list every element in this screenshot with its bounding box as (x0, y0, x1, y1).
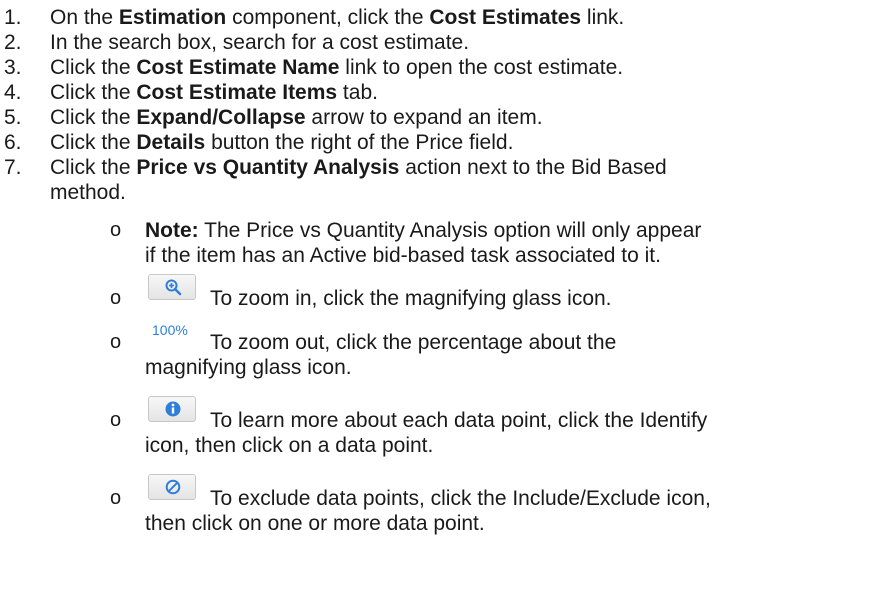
step-number: 3. (4, 56, 22, 79)
step-number: 1. (4, 6, 22, 29)
step-text: tab. (337, 81, 378, 104)
bullet-marker: o (110, 219, 122, 241)
ui-term: Estimation (118, 6, 227, 29)
step-text: On the (50, 6, 119, 29)
note-text: if the item has an Active bid-based task… (145, 244, 661, 267)
identify-button (148, 396, 196, 422)
step-text: method. (50, 181, 126, 204)
no-entry-icon (165, 479, 181, 495)
bullet-marker: o (110, 487, 122, 509)
step-number: 7. (4, 156, 22, 179)
bullet-text: To zoom out, click the percentage about … (210, 331, 617, 354)
step-number: 2. (4, 31, 22, 54)
step-number: 5. (4, 106, 22, 129)
step-text: Click the (50, 56, 137, 79)
bullet-text: magnifying glass icon. (145, 356, 352, 379)
step-text: link to open the cost estimate. (339, 56, 624, 79)
ui-term: Price vs Quantity Analysis (136, 156, 400, 179)
bullet-text: To learn more about each data point, cli… (210, 409, 708, 432)
step-text: action next to the Bid Based (399, 156, 667, 179)
step-text: arrow to expand an item. (305, 106, 543, 129)
step-text: button the right of the Price field. (205, 131, 514, 154)
step-number: 4. (4, 81, 22, 104)
ui-term: Expand/Collapse (136, 106, 306, 129)
info-icon (165, 401, 181, 417)
bullet-marker: o (110, 409, 122, 431)
bullet-marker: o (110, 331, 122, 353)
bullet-text: then click on one or more data point. (145, 512, 485, 535)
bullet-marker: o (110, 287, 122, 309)
bullet-text: To zoom in, click the magnifying glass i… (210, 287, 612, 310)
ui-term: Cost Estimate Items (136, 81, 338, 104)
bullet-text: To exclude data points, click the Includ… (210, 487, 711, 510)
bullet-text: icon, then click on a data point. (145, 434, 434, 457)
step-text: link. (581, 6, 625, 29)
ui-term: Cost Estimates (429, 6, 582, 29)
step-text: In the search box, search for a cost est… (50, 31, 470, 54)
step-text: Click the (50, 81, 137, 104)
zoom-in-button (148, 274, 196, 300)
step-text: Click the (50, 106, 137, 129)
ui-term: Details (136, 131, 206, 154)
include-exclude-button (148, 474, 196, 500)
note-text: The Price vs Quantity Analysis option wi… (198, 219, 702, 242)
ui-term: Cost Estimate Name (136, 56, 340, 79)
note-label: Note: (145, 219, 199, 242)
step-text: Click the (50, 131, 137, 154)
zoom-percentage: 100% (152, 322, 188, 338)
step-number: 6. (4, 131, 22, 154)
step-text: component, click the (226, 6, 430, 29)
step-text: Click the (50, 156, 137, 179)
magnifier-zoom-icon (165, 279, 182, 296)
